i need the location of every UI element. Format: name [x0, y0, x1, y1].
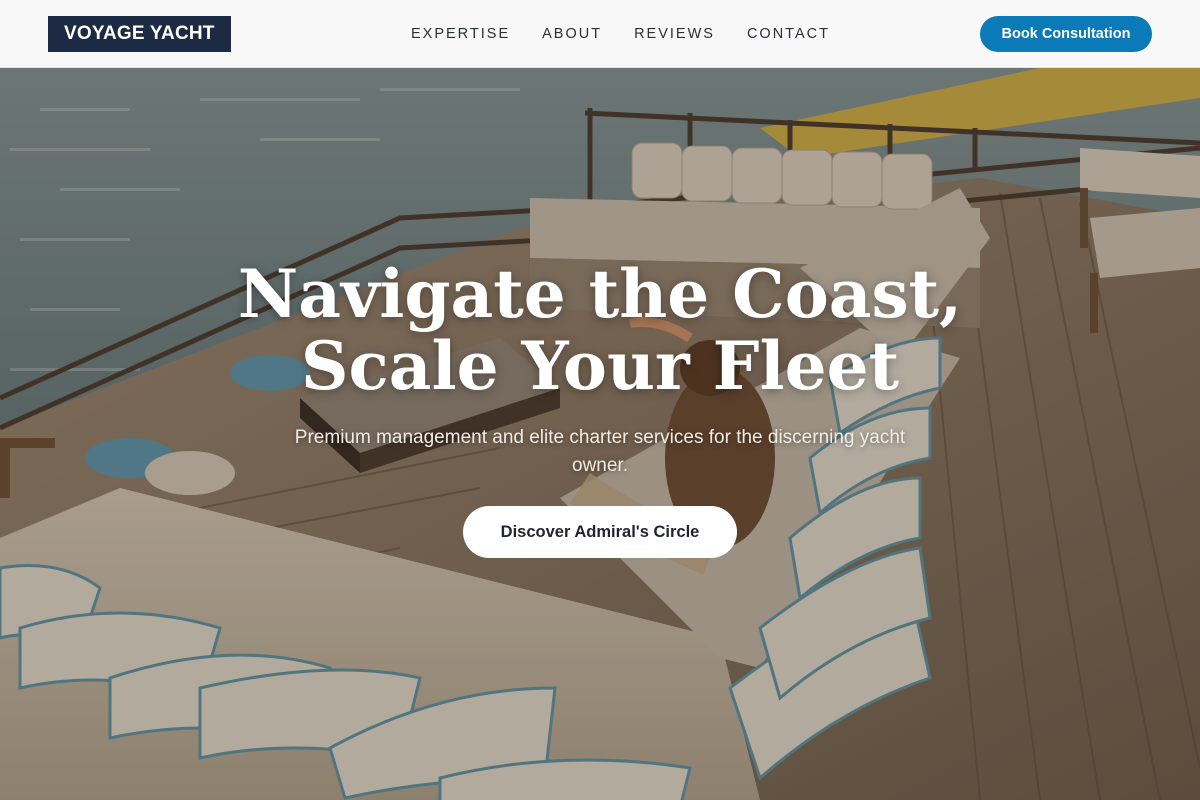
hero-headline-line2: Scale Your Fleet: [300, 327, 900, 405]
hero-content: Navigate the Coast, Scale Your Fleet Pre…: [0, 68, 1200, 800]
nav-link-contact[interactable]: CONTACT: [747, 26, 830, 42]
site-logo[interactable]: VOYAGE YACHT: [48, 16, 231, 52]
hero-headline: Navigate the Coast, Scale Your Fleet: [150, 258, 1050, 402]
discover-admirals-circle-button[interactable]: Discover Admiral's Circle: [463, 506, 737, 558]
hero-subtitle: Premium management and elite charter ser…: [294, 427, 906, 476]
nav-link-expertise[interactable]: EXPERTISE: [411, 26, 510, 42]
hero-headline-line1: Navigate the Coast,: [237, 255, 963, 333]
nav-link-reviews[interactable]: REVIEWS: [634, 26, 715, 42]
book-consultation-button[interactable]: Book Consultation: [980, 16, 1152, 52]
main-nav: EXPERTISE ABOUT REVIEWS CONTACT: [411, 0, 830, 68]
site-header: VOYAGE YACHT EXPERTISE ABOUT REVIEWS CON…: [0, 0, 1200, 68]
nav-link-about[interactable]: ABOUT: [542, 26, 602, 42]
hero-section: Navigate the Coast, Scale Your Fleet Pre…: [0, 68, 1200, 800]
